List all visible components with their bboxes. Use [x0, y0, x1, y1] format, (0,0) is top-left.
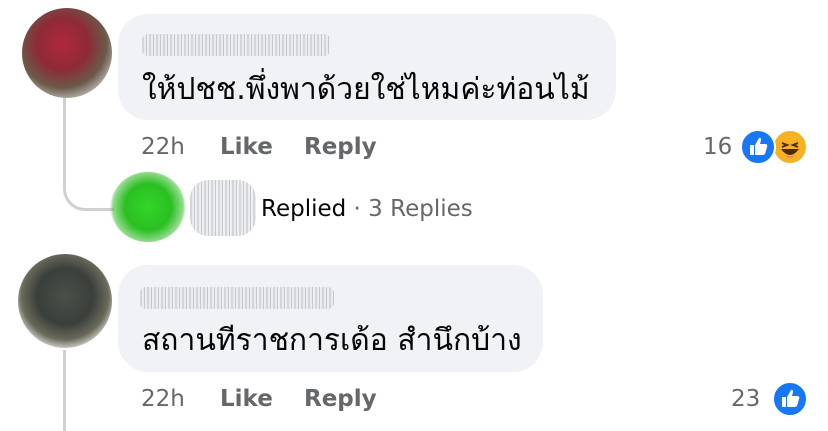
avatar[interactable] — [110, 172, 186, 242]
thread-line-vertical — [63, 98, 66, 188]
reaction-count[interactable]: 23 — [731, 386, 760, 412]
reply-button[interactable]: Reply — [304, 134, 377, 160]
replied-label[interactable]: Replied — [261, 196, 346, 222]
comment-bubble: ให้ปชช.พึ่งพาด้วยใช่ไหมค่ะท่อนไม้ — [118, 14, 616, 120]
like-icon — [740, 129, 776, 165]
haha-icon — [772, 129, 808, 165]
comment-text: ให้ปชช.พึ่งพาด้วยใช่ไหมค่ะท่อนไม้ — [142, 72, 590, 107]
comment-bubble: สถานทีราชการเด้อ สำนึกบ้าง — [118, 265, 543, 372]
replies-count-link[interactable]: 3 Replies — [368, 196, 473, 222]
reply-button[interactable]: Reply — [304, 386, 377, 412]
comment-text: สถานทีราชการเด้อ สำนึกบ้าง — [142, 323, 522, 358]
commenter-name-blurred[interactable] — [140, 287, 334, 309]
like-button[interactable]: Like — [220, 386, 273, 412]
avatar[interactable] — [22, 8, 112, 98]
reaction-count[interactable]: 16 — [703, 134, 732, 160]
replier-name-blurred[interactable] — [190, 180, 256, 236]
separator: · — [353, 196, 361, 222]
comment-time[interactable]: 22h — [141, 386, 185, 412]
thread-line-vertical-2 — [63, 350, 66, 431]
avatar[interactable] — [18, 254, 112, 348]
comment-time[interactable]: 22h — [141, 134, 185, 160]
like-icon — [772, 381, 808, 417]
commenter-name-blurred[interactable] — [142, 34, 330, 56]
reply-summary[interactable]: Replied · 3 Replies — [261, 196, 473, 222]
thread-line-curve — [63, 186, 114, 211]
like-button[interactable]: Like — [220, 134, 273, 160]
